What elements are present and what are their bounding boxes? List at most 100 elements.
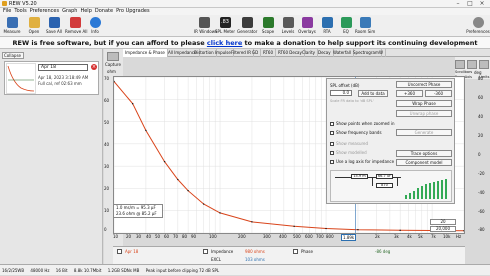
capture-icon[interactable] xyxy=(107,52,119,61)
tab-rt60[interactable]: RT60 xyxy=(261,49,277,57)
x-tick: 30 xyxy=(136,234,142,239)
x-range-start[interactable]: 20 xyxy=(430,219,456,225)
tab-gd[interactable]: GD xyxy=(250,49,262,57)
meas-checkbox[interactable] xyxy=(117,249,122,254)
generator-button[interactable]: Generator xyxy=(237,17,257,36)
collapse-dropdown[interactable]: Collapse xyxy=(2,52,24,59)
scope-button[interactable]: Scope xyxy=(258,17,278,36)
bottom-legend: Apr 18 Impedance 980 ohms Phase -86 deg … xyxy=(113,246,465,264)
legend-meas-name: Apr 18 xyxy=(125,249,139,254)
log-axis-checkbox[interactable]: Use a log axis for impedance xyxy=(330,159,394,164)
preferences-button[interactable]: Preferences xyxy=(466,17,490,36)
measure-button[interactable]: Measure xyxy=(2,17,22,36)
save-icon xyxy=(48,17,60,28)
y-tick: 30 xyxy=(104,164,110,169)
y-tick: 20 xyxy=(104,186,110,191)
x-tick: 80 xyxy=(182,234,188,239)
component-model-button[interactable]: Component model xyxy=(396,159,452,166)
wrap-phase-button[interactable]: Wrap Phase xyxy=(396,100,452,107)
y-tick: 10 xyxy=(104,208,110,213)
measure-icon xyxy=(6,17,18,28)
delete-measurement-icon[interactable]: × xyxy=(91,64,97,70)
x-tick: 600 xyxy=(305,234,313,239)
menu-preferences[interactable]: Preferences xyxy=(30,8,59,15)
status-item: 48000 Hz xyxy=(30,268,50,273)
uncorrect-phase-button[interactable]: Uncorrect Phase xyxy=(396,81,452,88)
measurement-name-input[interactable]: Apr 18 xyxy=(38,64,88,71)
spl-offset-input[interactable]: 0.0 xyxy=(330,90,352,96)
menu-pro-upgrades[interactable]: Pro Upgrades xyxy=(116,8,150,15)
impedance-point xyxy=(219,212,221,214)
x-tick: 5k xyxy=(418,234,423,239)
impedance-point xyxy=(251,221,253,223)
levels-button[interactable]: Levels xyxy=(278,17,298,36)
model-r-value: 15.9 m xyxy=(351,174,368,179)
menu-tools[interactable]: Tools xyxy=(14,8,26,15)
title-bar: REW V5.20 – □ × xyxy=(0,0,490,8)
minus-360-button[interactable]: -360 xyxy=(425,90,452,97)
y-tick: 50 xyxy=(104,120,110,125)
y-tick: 70 xyxy=(104,76,110,81)
room-sim-button[interactable]: Room Sim xyxy=(355,17,375,36)
add-to-data-button[interactable]: Add to data xyxy=(358,90,388,97)
freq-axis-icon[interactable] xyxy=(467,60,477,69)
y-axis-right: 80 60 40 20 0 -20 -40 -60 -80 xyxy=(465,76,490,234)
open-button[interactable]: Open xyxy=(24,17,44,36)
limits-icon[interactable] xyxy=(479,60,489,69)
show-points-checkbox[interactable]: Show points when zoomed in xyxy=(330,121,395,126)
unwrap-phase-button[interactable]: Unwrap phase xyxy=(396,110,452,117)
save-all-button[interactable]: Save All xyxy=(44,17,64,36)
eq-icon xyxy=(340,17,352,28)
status-bar: 16/2/25WB 48000 Hz 16 Bit 8.8k 10.7Mbit … xyxy=(0,264,490,275)
impedance-point xyxy=(177,178,179,181)
banner-link[interactable]: click here xyxy=(207,39,242,47)
spl-meter-button[interactable]: .83 SPL Meter xyxy=(215,17,235,36)
impedance-checkbox[interactable] xyxy=(203,249,208,254)
menu-file[interactable]: File xyxy=(3,8,11,15)
show-modelled-checkbox[interactable]: Show modelled xyxy=(330,150,367,155)
plus-360-button[interactable]: +360 xyxy=(396,90,423,97)
rta-button[interactable]: RTA xyxy=(317,17,337,36)
scrollbars-label: Scrollbars xyxy=(455,70,473,74)
measurement-card[interactable]: Apr 18 × Apr 18, 2023 3:18:49 AM Full ca… xyxy=(4,61,99,95)
trace-options-button[interactable]: Trace options xyxy=(396,150,452,157)
impedance-point xyxy=(357,228,359,231)
show-measured-checkbox[interactable]: Show measured xyxy=(330,141,368,146)
tab-impedance-phase[interactable]: Impedance & Phase xyxy=(123,49,168,57)
phase-checkbox[interactable] xyxy=(293,249,298,254)
eq-button[interactable]: EQ xyxy=(336,17,356,36)
impedance-point xyxy=(399,229,401,232)
x-unit: Hz xyxy=(456,234,462,239)
x-range-end[interactable]: 20,000 xyxy=(430,226,456,232)
impedance-point xyxy=(293,225,295,228)
show-bands-checkbox[interactable]: Show frequency bands xyxy=(330,130,382,135)
close-icon[interactable]: × xyxy=(476,0,488,8)
rta-icon xyxy=(321,17,333,28)
scrollbars-icon[interactable] xyxy=(455,60,465,69)
measurement-thumbnail xyxy=(6,63,36,94)
menu-donate[interactable]: Donate xyxy=(95,8,113,15)
log-axis-label: Use a log axis for impedance xyxy=(336,159,395,164)
y-tick: 60 xyxy=(104,98,110,103)
menu-graph[interactable]: Graph xyxy=(62,8,77,15)
impedance-point xyxy=(163,160,166,163)
generate-button[interactable]: Generate xyxy=(396,129,452,136)
minimize-icon[interactable]: – xyxy=(452,0,464,8)
maximize-icon[interactable]: □ xyxy=(464,0,476,8)
room-sim-icon xyxy=(359,17,371,28)
spl-offset-label: SPL offset (dB) xyxy=(330,83,360,88)
y-tick: 0 xyxy=(104,227,107,232)
info-button[interactable]: Info xyxy=(85,17,105,36)
status-item: 16/2/25WB xyxy=(2,268,25,273)
show-bands-label: Show frequency bands xyxy=(336,130,382,135)
overlays-button[interactable]: Overlays xyxy=(297,17,317,36)
legend-phase-value: -86 deg xyxy=(375,249,391,254)
tab-w[interactable]: W xyxy=(377,49,386,57)
ir-windows-button[interactable]: IR Windows xyxy=(194,17,217,36)
model-c-value: 870 xyxy=(376,183,393,188)
menu-help[interactable]: Help xyxy=(80,8,91,15)
measurement-date: Apr 18, 2023 3:18:49 AM xyxy=(38,75,89,80)
legend-phase: Phase xyxy=(301,249,313,254)
y-tick: 40 xyxy=(104,142,110,147)
remove-all-button[interactable]: Remove All xyxy=(65,17,87,36)
